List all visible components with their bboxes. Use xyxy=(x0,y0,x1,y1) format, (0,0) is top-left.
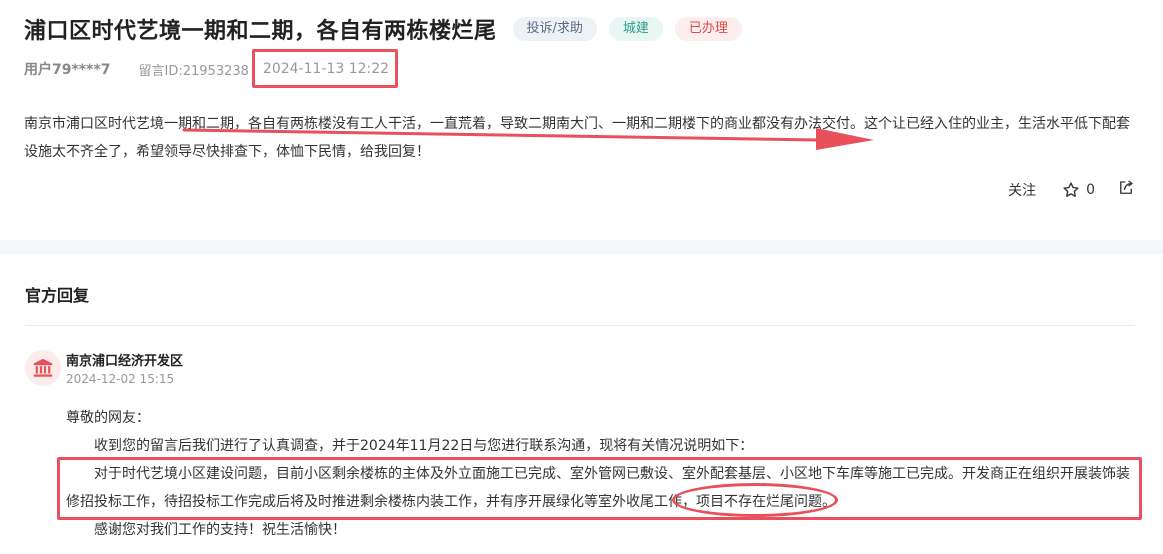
reply-section: 官方回复 南京浦口经济开发区 2024-12-02 15:15 尊敬的网友： 收… xyxy=(0,254,1163,554)
annotation-box-reply xyxy=(57,457,1142,520)
star-count: 0 xyxy=(1086,182,1095,198)
tag-status: 已办理 xyxy=(674,17,742,41)
org-avatar xyxy=(25,350,61,386)
title-row: 浦口区时代艺境一期和二期，各自有两栋楼烂尾 投诉/求助 城建 已办理 xyxy=(24,12,742,46)
tag-type[interactable]: 投诉/求助 xyxy=(512,17,597,41)
government-building-icon xyxy=(33,358,53,377)
annotation-ellipse xyxy=(672,483,838,517)
star-icon xyxy=(1063,182,1079,197)
page: 浦口区时代艺境一期和二期，各自有两栋楼烂尾 投诉/求助 城建 已办理 用户79*… xyxy=(0,0,1163,554)
star-button[interactable]: 0 xyxy=(1062,181,1095,199)
follow-button[interactable]: 关注 xyxy=(1008,180,1036,200)
reply-paragraph-1: 收到您的留言后我们进行了认真调查，并于2024年11月22日与您进行联系沟通，现… xyxy=(94,438,754,454)
post-actions: 关注 0 xyxy=(1008,178,1135,202)
post-card: 浦口区时代艺境一期和二期，各自有两栋楼烂尾 投诉/求助 城建 已办理 用户79*… xyxy=(0,0,1163,240)
reply-closing: 感谢您对我们工作的支持！祝生活愉快！ xyxy=(94,522,346,538)
reply-date: 2024-12-02 15:15 xyxy=(66,372,175,386)
share-button[interactable] xyxy=(1117,179,1135,201)
post-title: 浦口区时代艺境一期和二期，各自有两栋楼烂尾 xyxy=(24,19,497,44)
tag-category[interactable]: 城建 xyxy=(608,17,663,41)
reply-org-name: 南京浦口经济开发区 xyxy=(66,354,184,369)
reply-section-title: 官方回复 xyxy=(25,286,90,305)
post-message-id: 留言ID:21953238 xyxy=(138,63,249,79)
divider xyxy=(25,325,1135,326)
post-user: 用户79****7 xyxy=(24,62,111,78)
share-icon xyxy=(1120,180,1133,194)
section-gap xyxy=(0,240,1163,254)
annotation-box-timestamp xyxy=(252,49,398,88)
reply-greeting: 尊敬的网友： xyxy=(66,410,150,426)
annotation-arrow xyxy=(182,128,874,150)
